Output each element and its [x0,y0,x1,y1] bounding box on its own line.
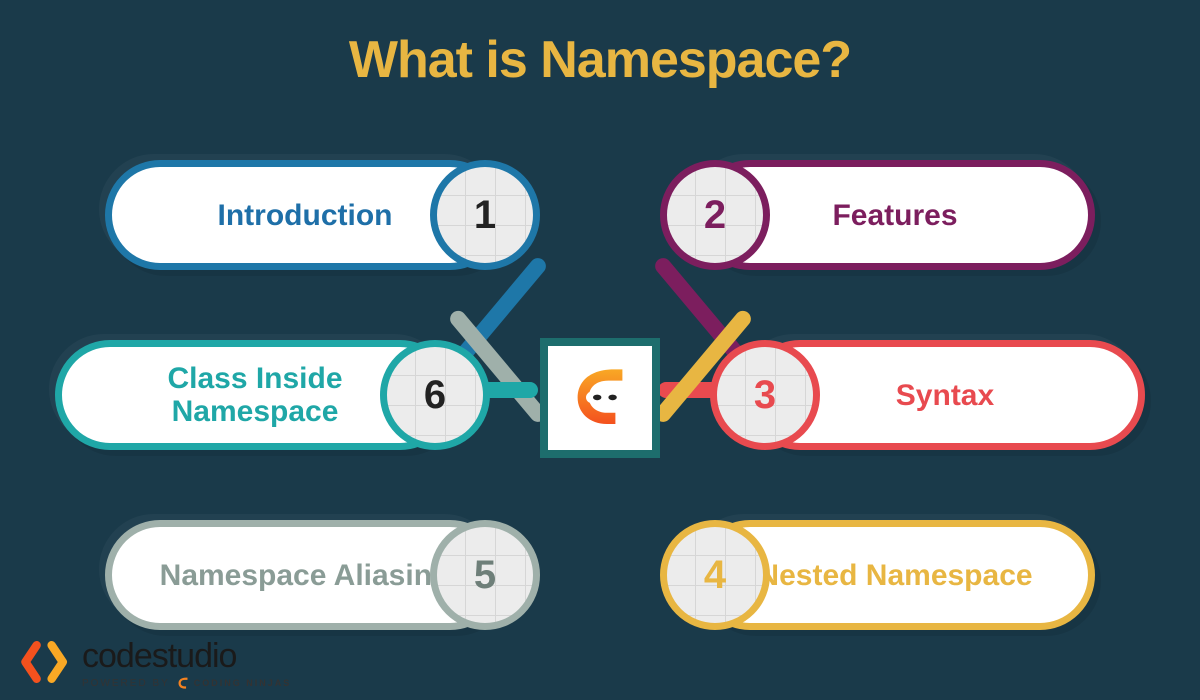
brand-name: codestudio [82,637,291,676]
ninja-mask-icon [565,361,635,436]
topic-number-5: 5 [430,520,540,630]
topic-number-2: 2 [660,160,770,270]
page-title: What is Namespace? [0,0,1200,90]
namespace-diagram: Introduction Class Inside Namespace Name… [0,90,1200,650]
codestudio-logo-icon [18,634,74,690]
footer-brand: codestudio POWERED BY CODING NINJAS [18,634,291,690]
topic-number-3: 3 [710,340,820,450]
topic-number-1: 1 [430,160,540,270]
brand-powered-by: POWERED BY CODING NINJAS [82,676,291,690]
coding-ninjas-icon: CODING NINJAS [176,676,292,690]
topic-number-4: 4 [660,520,770,630]
center-logo [540,338,660,458]
topic-number-6: 6 [380,340,490,450]
